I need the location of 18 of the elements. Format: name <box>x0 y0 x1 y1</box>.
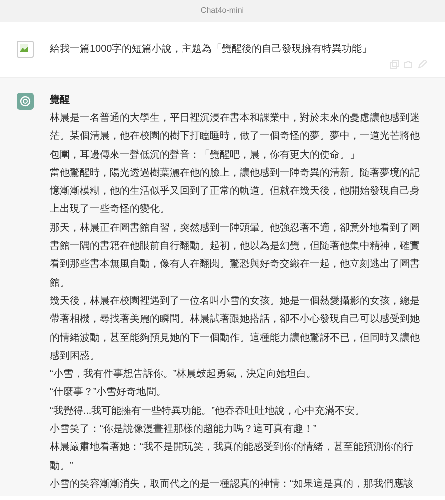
story-paragraph: 當他驚醒時，陽光透過樹葉灑在他的臉上，讓他感到一陣奇異的清新。隨著夢境的記憶漸漸模糊，他的生活似乎又回到了正常的軌道。但就在幾天後，他開始發現自己身上出現了一些奇怪的變化。 <box>50 166 421 218</box>
story-paragraph: 小雪的笑容漸漸消失，取而代之的是一種認真的神情：“如果這是真的，那我們應該 <box>50 478 414 492</box>
broken-image-icon <box>17 41 34 58</box>
copy-icon[interactable] <box>390 60 399 69</box>
story-paragraph: “小雪，我有件事想告訴你。”林晨鼓起勇氣，決定向她坦白。 <box>50 368 318 382</box>
user-message: 給我一篇1000字的短篇小說，主題為「覺醒後的自己發現擁有特異功能」 <box>50 42 372 57</box>
story-paragraph: 那天，林晨正在圖書館自習，突然感到一陣頭暈。他強忍著不適，卻意外地看到了圖書館一隅的書籍在他眼前自行翻動。起初，他以為是幻覺，但隨著他集中精神，確實看到那些書本無風自動，像有人在翻閱。驚恐與好奇交織在一起，他立刻逃出了圖書館。 <box>50 222 421 291</box>
story-paragraph: 小雪笑了：“你是說像漫畫裡那樣的超能力嗎？這可真有趣！” <box>50 422 318 438</box>
story-title: 覺醒 <box>50 94 71 108</box>
story-paragraph: 幾天後，林晨在校園裡遇到了一位名叫小雪的女孩。她是一個熱愛攝影的女孩，總是帶著相機，尋找著美麗的瞬間。林晨試著跟她搭話，卻不小心發現自己可以感受到她的情緒波動，甚至能夠預見她的下一個動作。這種能力讓他驚訝不已，但同時又讓他感到困惑。 <box>50 294 421 364</box>
story-paragraph: 林晨嚴肅地看著她：“我不是開玩笑，我真的能感受到你的情緒，甚至能預測你的行動。” <box>50 440 414 474</box>
assistant-logo-icon <box>17 93 34 110</box>
story-paragraph: “什麼事？”小雪好奇地問。 <box>50 386 168 400</box>
puzzle-icon[interactable] <box>404 60 413 69</box>
edit-icon[interactable] <box>418 60 427 69</box>
chat-title: Chat4o-mini <box>200 5 244 17</box>
story-paragraph: “我覺得...我可能擁有一些特異功能。”他吞吞吐吐地說，心中充滿不安。 <box>50 404 366 419</box>
story-paragraph: 林晨是一名普通的大學生，平日裡沉浸在書本和課業中，對於未來的憂慮讓他感到迷茫。某個清晨，他在校園的樹下打瞌睡時，做了一個奇怪的夢。夢中，一道光芒將他包圍，耳邊傳來一聲低沉的聲音：「覺醒吧，晨，你有更大的使命。」 <box>50 112 421 163</box>
